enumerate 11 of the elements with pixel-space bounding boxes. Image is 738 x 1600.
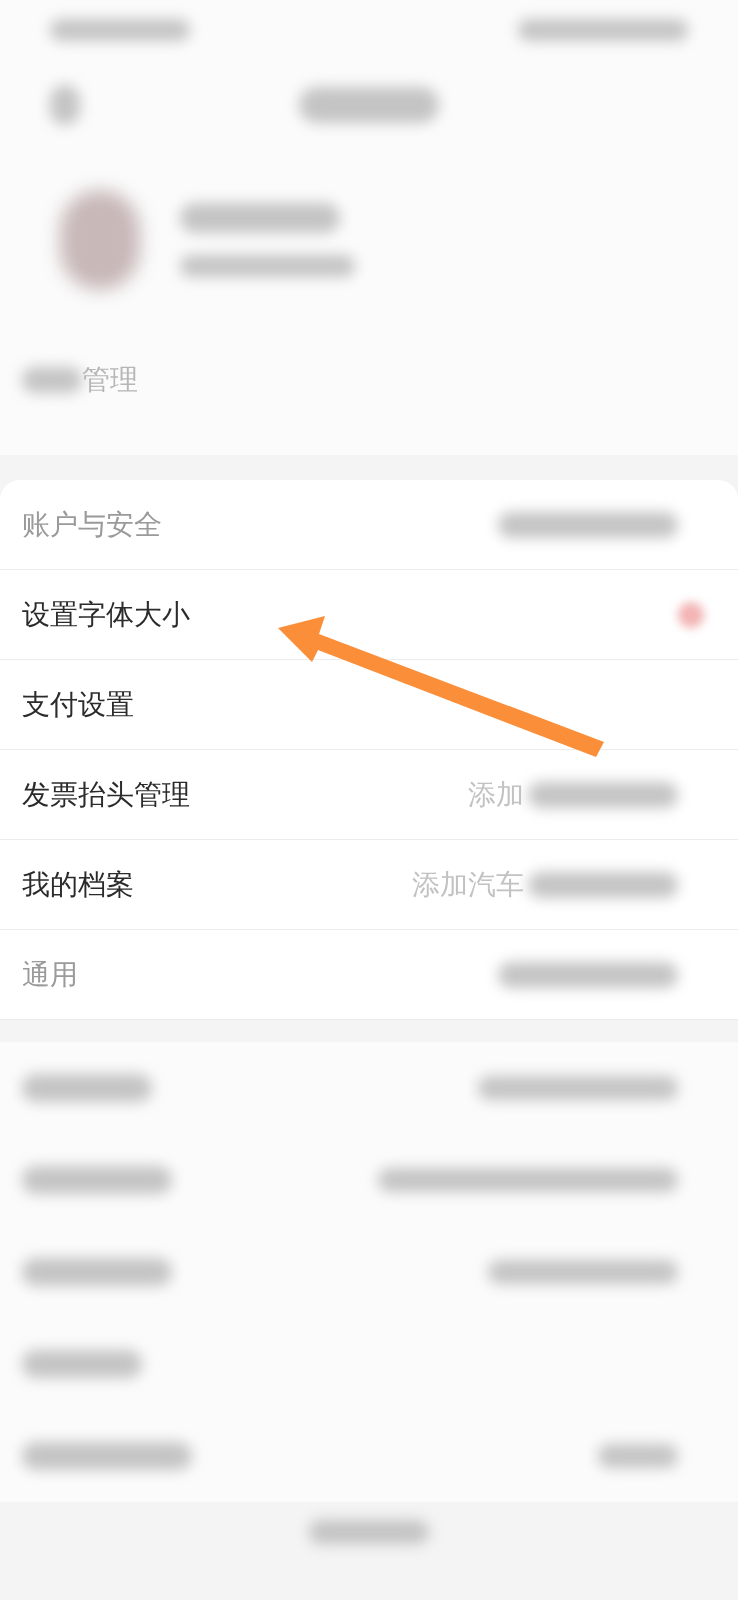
avatar[interactable] — [60, 190, 140, 290]
partial-label: 管理 — [82, 362, 138, 398]
blurred-text — [22, 367, 82, 393]
menu-item-label[interactable]: 我的档案 — [22, 865, 134, 904]
menu-item-label[interactable]: 支付设置 — [22, 685, 134, 724]
dot-icon — [678, 601, 704, 628]
menu-item-value: 添加汽车 — [412, 866, 524, 903]
menu-item-label[interactable]: 发票抬头管理 — [22, 775, 190, 814]
menu-item-label[interactable]: 设置字体大小 — [22, 595, 190, 634]
blurred-text — [50, 85, 80, 125]
menu-item-value: 添加 — [468, 776, 524, 813]
